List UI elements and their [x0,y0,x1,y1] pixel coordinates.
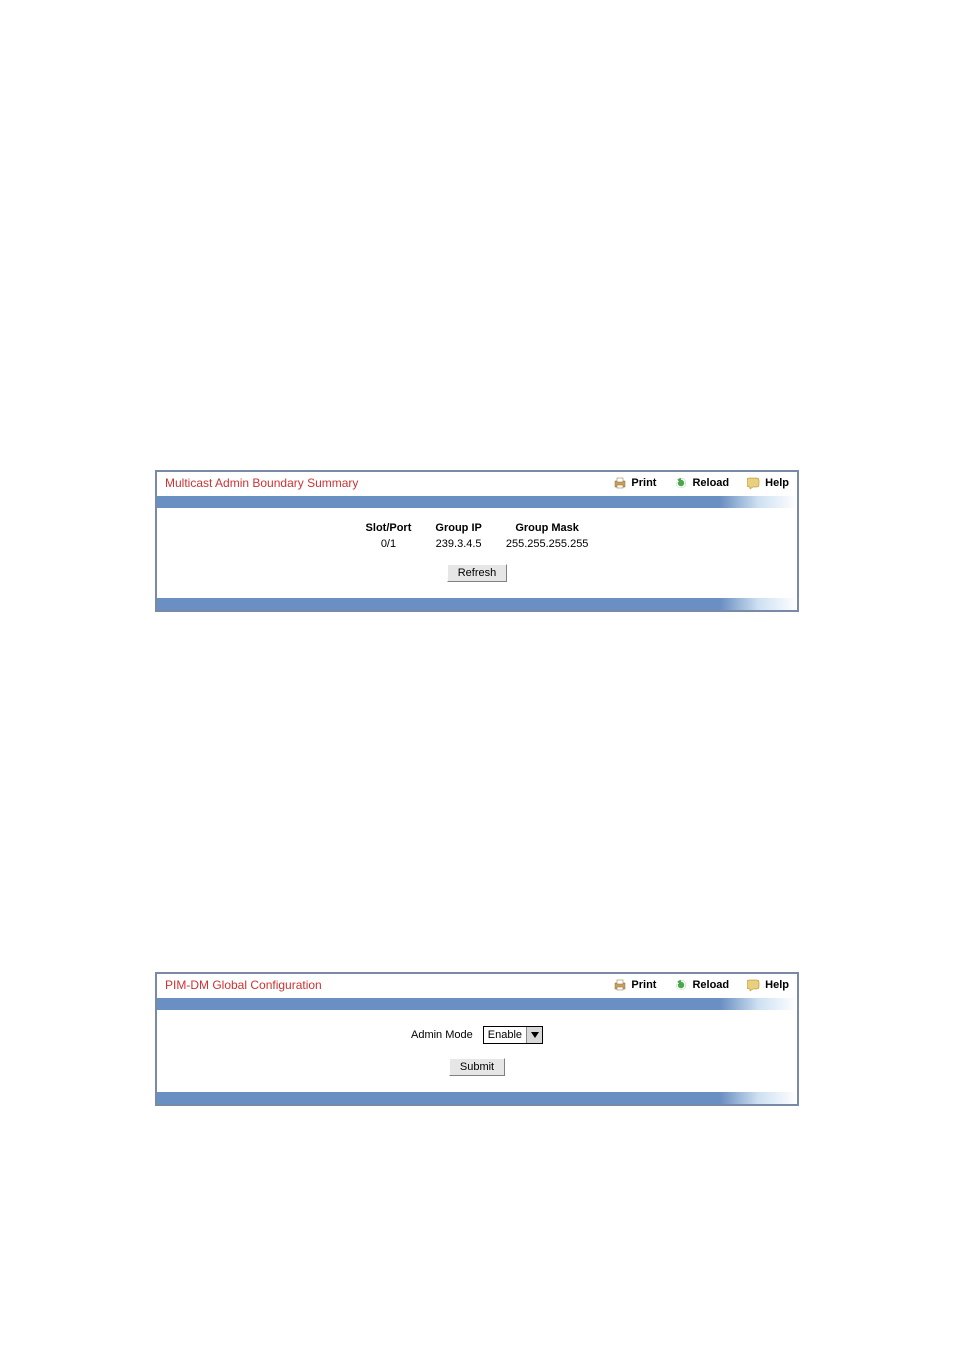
divider-bar-bottom [157,1092,797,1104]
cell-group-mask: 255.255.255.255 [494,536,601,552]
table-header-row: Slot/Port Group IP Group Mask [354,520,601,536]
help-button[interactable]: Help [747,476,789,490]
divider-bar-top [157,496,797,508]
toolbar: Print Reload Help [613,978,789,992]
divider-bar-bottom [157,598,797,610]
pim-dm-global-config-panel: PIM-DM Global Configuration Print Reload… [155,972,799,1106]
boundary-table: Slot/Port Group IP Group Mask 0/1 239.3.… [354,520,601,552]
admin-mode-select[interactable]: Enable [483,1026,543,1044]
print-icon [613,978,627,992]
panel-header: PIM-DM Global Configuration Print Reload… [157,974,797,998]
help-icon [747,978,761,992]
help-label: Help [765,979,789,991]
reload-button[interactable]: Reload [674,476,729,490]
multicast-admin-boundary-panel: Multicast Admin Boundary Summary Print R… [155,470,799,612]
print-button[interactable]: Print [613,476,656,490]
chevron-down-icon [526,1027,542,1043]
cell-group-ip: 239.3.4.5 [423,536,493,552]
print-label: Print [631,477,656,489]
print-icon [613,476,627,490]
admin-mode-value: Enable [488,1029,526,1041]
divider-bar-top [157,998,797,1010]
col-group-mask: Group Mask [494,520,601,536]
reload-icon [674,476,688,490]
admin-mode-label: Admin Mode [411,1029,473,1041]
help-button[interactable]: Help [747,978,789,992]
page-title: Multicast Admin Boundary Summary [165,476,613,490]
help-label: Help [765,477,789,489]
reload-button[interactable]: Reload [674,978,729,992]
reload-icon [674,978,688,992]
admin-mode-row: Admin Mode Enable [157,1026,797,1044]
panel-content: Admin Mode Enable Submit [157,1010,797,1092]
page-title: PIM-DM Global Configuration [165,978,613,992]
reload-label: Reload [692,979,729,991]
refresh-button[interactable]: Refresh [447,564,508,582]
col-group-ip: Group IP [423,520,493,536]
panel-header: Multicast Admin Boundary Summary Print R… [157,472,797,496]
panel-content: Slot/Port Group IP Group Mask 0/1 239.3.… [157,508,797,598]
reload-label: Reload [692,477,729,489]
col-slot-port: Slot/Port [354,520,424,536]
toolbar: Print Reload Help [613,476,789,490]
print-button[interactable]: Print [613,978,656,992]
help-icon [747,476,761,490]
table-row: 0/1 239.3.4.5 255.255.255.255 [354,536,601,552]
cell-slot-port: 0/1 [354,536,424,552]
submit-button[interactable]: Submit [449,1058,505,1076]
print-label: Print [631,979,656,991]
